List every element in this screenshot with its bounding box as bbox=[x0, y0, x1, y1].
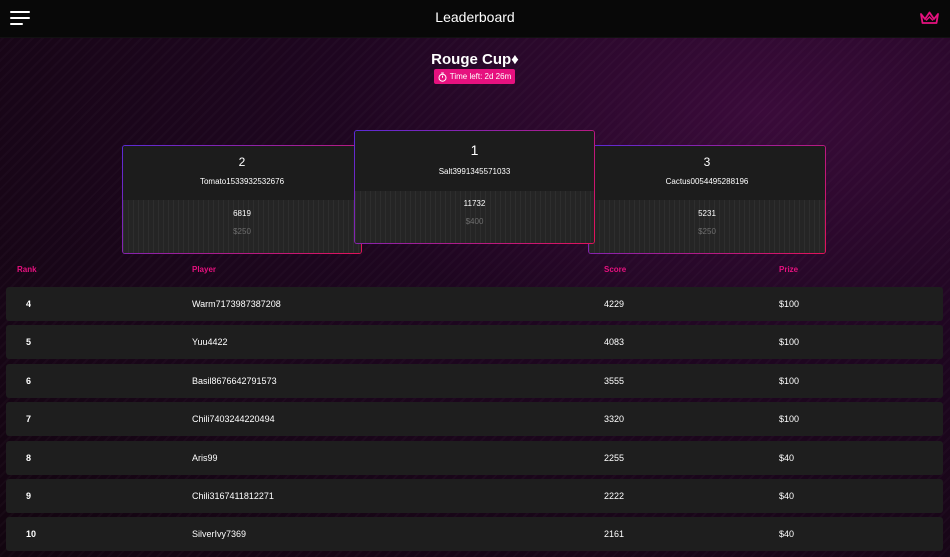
header-rank: Rank bbox=[17, 265, 37, 274]
header-player: Player bbox=[192, 265, 217, 274]
podium-second-place[interactable]: 2 Tomato1533932532676 6819 $250 bbox=[122, 145, 362, 254]
podium-rank: 3 bbox=[703, 155, 711, 169]
row-player: Aris99 bbox=[192, 453, 218, 463]
podium-player-name: Cactus0054495288196 bbox=[665, 177, 749, 186]
row-score: 2222 bbox=[604, 491, 625, 501]
podium-player-name: Tomato1533932532676 bbox=[199, 177, 285, 186]
podium-rank: 2 bbox=[238, 155, 246, 169]
crown-icon[interactable] bbox=[920, 11, 939, 25]
row-player: SilverIvy7369 bbox=[192, 529, 247, 539]
podium-third-place[interactable]: 3 Cactus0054495288196 5231 $250 bbox=[588, 145, 826, 254]
podium-prize: $250 bbox=[698, 227, 716, 236]
table-row[interactable]: 8 Aris99 2255 $40 bbox=[6, 441, 943, 475]
row-score: 4229 bbox=[604, 299, 625, 309]
podium-score: 6819 bbox=[233, 209, 251, 218]
podium-first-place[interactable]: 1 Salt3991345571033 11732 $400 bbox=[354, 130, 595, 244]
row-prize: $40 bbox=[779, 491, 795, 501]
header-prize: Prize bbox=[779, 265, 799, 274]
table-row[interactable]: 4 Warm7173987387208 4229 $100 bbox=[6, 287, 943, 321]
podium-prize: $400 bbox=[465, 217, 484, 226]
row-rank: 8 bbox=[26, 453, 32, 463]
leaderboard-page: Leaderboard Rouge Cup♦ Time left: 2d 26m… bbox=[0, 0, 950, 557]
row-rank: 9 bbox=[26, 491, 32, 501]
timer-text: Time left: 2d 26m bbox=[449, 72, 512, 81]
row-score: 3320 bbox=[604, 414, 625, 424]
row-prize: $40 bbox=[779, 453, 795, 463]
row-score: 2255 bbox=[604, 453, 625, 463]
table-row[interactable]: 6 Basil8676642791573 3555 $100 bbox=[6, 364, 943, 398]
row-score: 4083 bbox=[604, 337, 625, 347]
podium-prize: $250 bbox=[233, 227, 251, 236]
row-rank: 4 bbox=[26, 299, 32, 309]
header-score: Score bbox=[604, 265, 627, 274]
table-row[interactable]: 10 SilverIvy7369 2161 $40 bbox=[6, 517, 943, 551]
row-prize: $100 bbox=[779, 414, 800, 424]
table-row[interactable]: 7 Chili7403244220494 3320 $100 bbox=[6, 402, 943, 436]
row-score: 2161 bbox=[604, 529, 625, 539]
table-row[interactable]: 5 Yuu4422 4083 $100 bbox=[6, 325, 943, 359]
row-prize: $40 bbox=[779, 529, 795, 539]
podium-player-name: Salt3991345571033 bbox=[438, 167, 511, 176]
row-rank: 10 bbox=[26, 529, 37, 539]
page-title: Leaderboard bbox=[435, 9, 515, 25]
top-bar: Leaderboard bbox=[0, 0, 950, 38]
row-prize: $100 bbox=[779, 337, 800, 347]
podium-rank: 1 bbox=[470, 142, 479, 158]
row-player: Yuu4422 bbox=[192, 337, 228, 347]
row-score: 3555 bbox=[604, 376, 625, 386]
row-prize: $100 bbox=[779, 376, 800, 386]
table-row[interactable]: 9 Chili3167411812271 2222 $40 bbox=[6, 479, 943, 513]
row-player: Basil8676642791573 bbox=[192, 376, 277, 386]
timer-badge: Time left: 2d 26m bbox=[434, 69, 515, 84]
row-player: Warm7173987387208 bbox=[192, 299, 281, 309]
cup-title: Rouge Cup♦ bbox=[431, 51, 519, 68]
podium-score: 11732 bbox=[463, 199, 486, 208]
row-player: Chili3167411812271 bbox=[192, 491, 274, 501]
row-rank: 6 bbox=[26, 376, 32, 386]
row-prize: $100 bbox=[779, 299, 800, 309]
podium-score: 5231 bbox=[698, 209, 716, 218]
row-rank: 5 bbox=[26, 337, 32, 347]
row-player: Chili7403244220494 bbox=[192, 414, 275, 424]
stopwatch-icon bbox=[438, 72, 447, 82]
row-rank: 7 bbox=[26, 414, 32, 424]
